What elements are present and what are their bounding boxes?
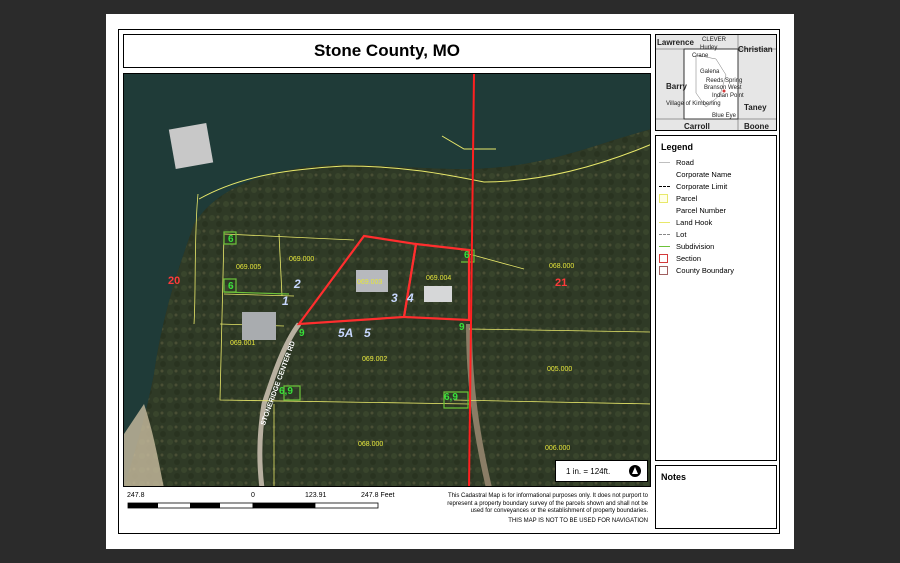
- inset-place-label: CLEVER: [702, 37, 727, 43]
- section-number: 21: [555, 277, 568, 289]
- subdivision-number: 6: [228, 234, 234, 245]
- subdivision-number: 9: [459, 322, 465, 333]
- inset-place-label: Branson West: [704, 85, 742, 91]
- subdivision-symbol-icon: [659, 242, 670, 250]
- legend-item-lot: Lot: [659, 228, 776, 240]
- legend-item-land-hook: Land Hook: [659, 216, 776, 228]
- parcel-number[interactable]: 069.005: [236, 264, 261, 271]
- parcel-number[interactable]: 005.000: [547, 366, 572, 373]
- scale-tick-label: 123.91: [305, 492, 327, 499]
- lot-number: 1: [282, 294, 289, 308]
- inset-county-label: Barry: [666, 82, 687, 91]
- legend-item-parcel: Parcel: [659, 192, 776, 204]
- subdivision-number: 6: [464, 250, 470, 261]
- legend-label: County Boundary: [676, 265, 734, 275]
- aerial-map[interactable]: 069.005 069.000 069.003 069.004 068.000 …: [123, 73, 651, 487]
- lot-number: 4: [407, 291, 414, 305]
- parcel-number[interactable]: 069.002: [362, 356, 387, 363]
- legend-label: Section: [676, 253, 702, 263]
- legend-item-corporate-limit: Corporate Limit: [659, 180, 776, 192]
- inset-county-label: Boone: [744, 122, 769, 131]
- parcel-number[interactable]: 068.000: [358, 441, 383, 448]
- subdivision-number: 6,9: [444, 392, 458, 403]
- legend-label: Land Hook: [676, 217, 713, 227]
- inset-county-label: Taney: [744, 103, 767, 112]
- map-title: Stone County, MO: [123, 34, 651, 68]
- scale-tick-label: 0: [251, 492, 255, 499]
- inset-county-label: Carroll: [684, 122, 710, 131]
- parcel-symbol-icon: [659, 193, 668, 203]
- scale-tick-label: 247.8 Feet: [361, 492, 395, 499]
- navigation-warning: THIS MAP IS NOT TO BE USED FOR NAVIGATIO…: [508, 517, 648, 524]
- dashed-line-symbol-icon: [659, 182, 670, 190]
- parcel-number[interactable]: 069.003: [357, 279, 382, 286]
- inset-place-label: Blue Eye: [712, 113, 737, 119]
- county-boundary-symbol-icon: [659, 265, 668, 275]
- notes-panel: Notes: [655, 465, 777, 529]
- blank-symbol-icon: [659, 206, 670, 214]
- parcel-number[interactable]: 006.000: [545, 445, 570, 452]
- inset-place-label: Hurley: [700, 45, 718, 51]
- legend-label: Corporate Name: [676, 169, 732, 179]
- inset-county-label: Christian: [738, 45, 773, 54]
- locator-map[interactable]: Lawrence Christian Barry Taney Carroll B…: [655, 34, 777, 131]
- legend-item-parcel-number: Parcel Number: [659, 204, 776, 216]
- lot-number: 5A: [338, 326, 354, 340]
- subdivision-number: 9: [299, 328, 305, 339]
- section-number: 20: [168, 275, 181, 287]
- land-hook-symbol-icon: [659, 218, 670, 226]
- inset-place-label: Crane: [692, 53, 709, 59]
- parcel-number[interactable]: 068.000: [549, 263, 574, 270]
- disclaimer: This Cadastral Map is for informational …: [440, 493, 648, 525]
- legend-label: Corporate Limit: [676, 181, 728, 191]
- legend-label: Subdivision: [676, 241, 715, 251]
- lot-symbol-icon: [659, 230, 670, 238]
- inset-place-label: Reeds Spring: [706, 78, 743, 84]
- inset-county-label: Lawrence: [657, 38, 694, 47]
- subdivision-number: 6,9: [279, 386, 293, 397]
- subdivision-number: 6: [228, 281, 234, 292]
- legend-list: Road Corporate Name Corporate Limit Parc…: [656, 156, 776, 276]
- legend-title: Legend: [661, 142, 694, 152]
- parcel-number[interactable]: 069.004: [426, 275, 451, 282]
- parcel-number[interactable]: 069.001: [230, 340, 255, 347]
- lot-number: 2: [294, 277, 301, 291]
- north-arrow-icon: [629, 465, 641, 477]
- inset-place-label: Galena: [700, 69, 720, 75]
- blank-symbol-icon: [659, 170, 670, 178]
- scale-tick-label: 247.8: [127, 492, 145, 499]
- legend-item-subdivision: Subdivision: [659, 240, 776, 252]
- lot-number: 3: [391, 291, 398, 305]
- notes-title: Notes: [661, 472, 687, 482]
- legend-item-county-boundary: County Boundary: [659, 264, 776, 276]
- inset-place-label: Village of Kimberling: [666, 101, 721, 107]
- legend-item-section: Section: [659, 252, 776, 264]
- legend-panel: Legend Road Corporate Name Corporate Lim…: [655, 135, 777, 461]
- road-symbol-icon: [659, 158, 670, 166]
- legend-label: Road: [676, 157, 694, 167]
- legend-label: Lot: [676, 229, 687, 239]
- section-symbol-icon: [659, 253, 668, 263]
- scale-bar-graphic: [127, 502, 379, 509]
- legend-label: Parcel Number: [676, 205, 727, 215]
- scale-text: 1 in. = 124ft.: [566, 466, 611, 476]
- lot-number: 5: [364, 326, 371, 340]
- inset-place-label: Indian Point: [712, 93, 744, 99]
- parcel-number[interactable]: 069.000: [289, 256, 314, 263]
- legend-item-road: Road: [659, 156, 776, 168]
- legend-item-corporate-name: Corporate Name: [659, 168, 776, 180]
- aerial-map-canvas: [124, 74, 650, 486]
- disclaimer-text: This Cadastral Map is for informational …: [447, 493, 648, 514]
- legend-label: Parcel: [676, 193, 698, 203]
- scale-ratio: 1 in. = 124ft.: [555, 460, 648, 482]
- scale-bar: 247.8 0 123.91 247.8 Feet: [123, 490, 443, 530]
